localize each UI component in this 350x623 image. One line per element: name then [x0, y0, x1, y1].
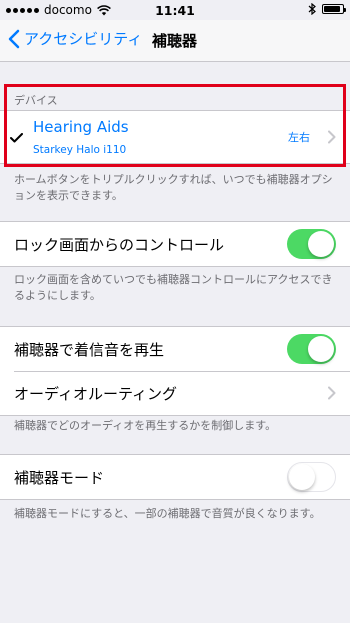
- hearing-aid-mode-group: 補聴器モード: [0, 454, 350, 500]
- play-ringtone-row: 補聴器で着信音を再生: [0, 327, 350, 371]
- bluetooth-icon: [308, 3, 316, 15]
- play-ringtone-toggle[interactable]: [287, 334, 336, 364]
- play-ringtone-label: 補聴器で着信音を再生: [14, 340, 165, 359]
- page-title: 補聴器: [152, 32, 198, 50]
- devices-section-footer: ホームボタンをトリプルクリックすれば、いつでも補聴器オプションを表示できます。: [14, 173, 333, 202]
- highlight-annotation-box: [4, 84, 346, 167]
- battery-fill: [324, 6, 341, 12]
- toggle-knob: [308, 336, 334, 362]
- chevron-left-icon: [8, 29, 20, 48]
- back-button[interactable]: アクセシビリティ: [8, 28, 142, 49]
- lock-screen-control-row: ロック画面からのコントロール: [0, 222, 350, 266]
- toggle-knob: [308, 231, 334, 257]
- hearing-aid-mode-footer: 補聴器モードにすると、一部の補聴器で音質が良くなります。: [14, 507, 321, 520]
- status-time: 11:41: [155, 3, 195, 18]
- lock-screen-footer: ロック画面を含めていつでも補聴器コントロールにアクセスできるようにします。: [14, 273, 333, 302]
- hearing-aid-mode-row: 補聴器モード: [0, 455, 350, 499]
- audio-group: 補聴器で着信音を再生 オーディオルーティング: [0, 326, 350, 416]
- lock-screen-control-toggle[interactable]: [287, 229, 336, 259]
- audio-section-footer: 補聴器でどのオーディオを再生するかを制御します。: [14, 419, 277, 432]
- audio-routing-label: オーディオルーティング: [14, 384, 178, 403]
- hearing-aid-mode-toggle[interactable]: [287, 462, 336, 492]
- toggle-knob: [289, 464, 315, 490]
- back-button-label: アクセシビリティ: [24, 30, 143, 48]
- navigation-bar: アクセシビリティ 補聴器: [0, 20, 350, 62]
- lock-screen-control-label: ロック画面からのコントロール: [14, 235, 225, 254]
- status-right: [308, 3, 346, 15]
- lock-screen-group: ロック画面からのコントロール: [0, 221, 350, 267]
- battery-icon: [322, 4, 346, 14]
- chevron-right-icon: [328, 386, 336, 400]
- status-bar: docomo 11:41: [0, 0, 350, 20]
- audio-routing-row[interactable]: オーディオルーティング: [0, 371, 350, 415]
- hearing-aid-mode-label: 補聴器モード: [14, 468, 105, 487]
